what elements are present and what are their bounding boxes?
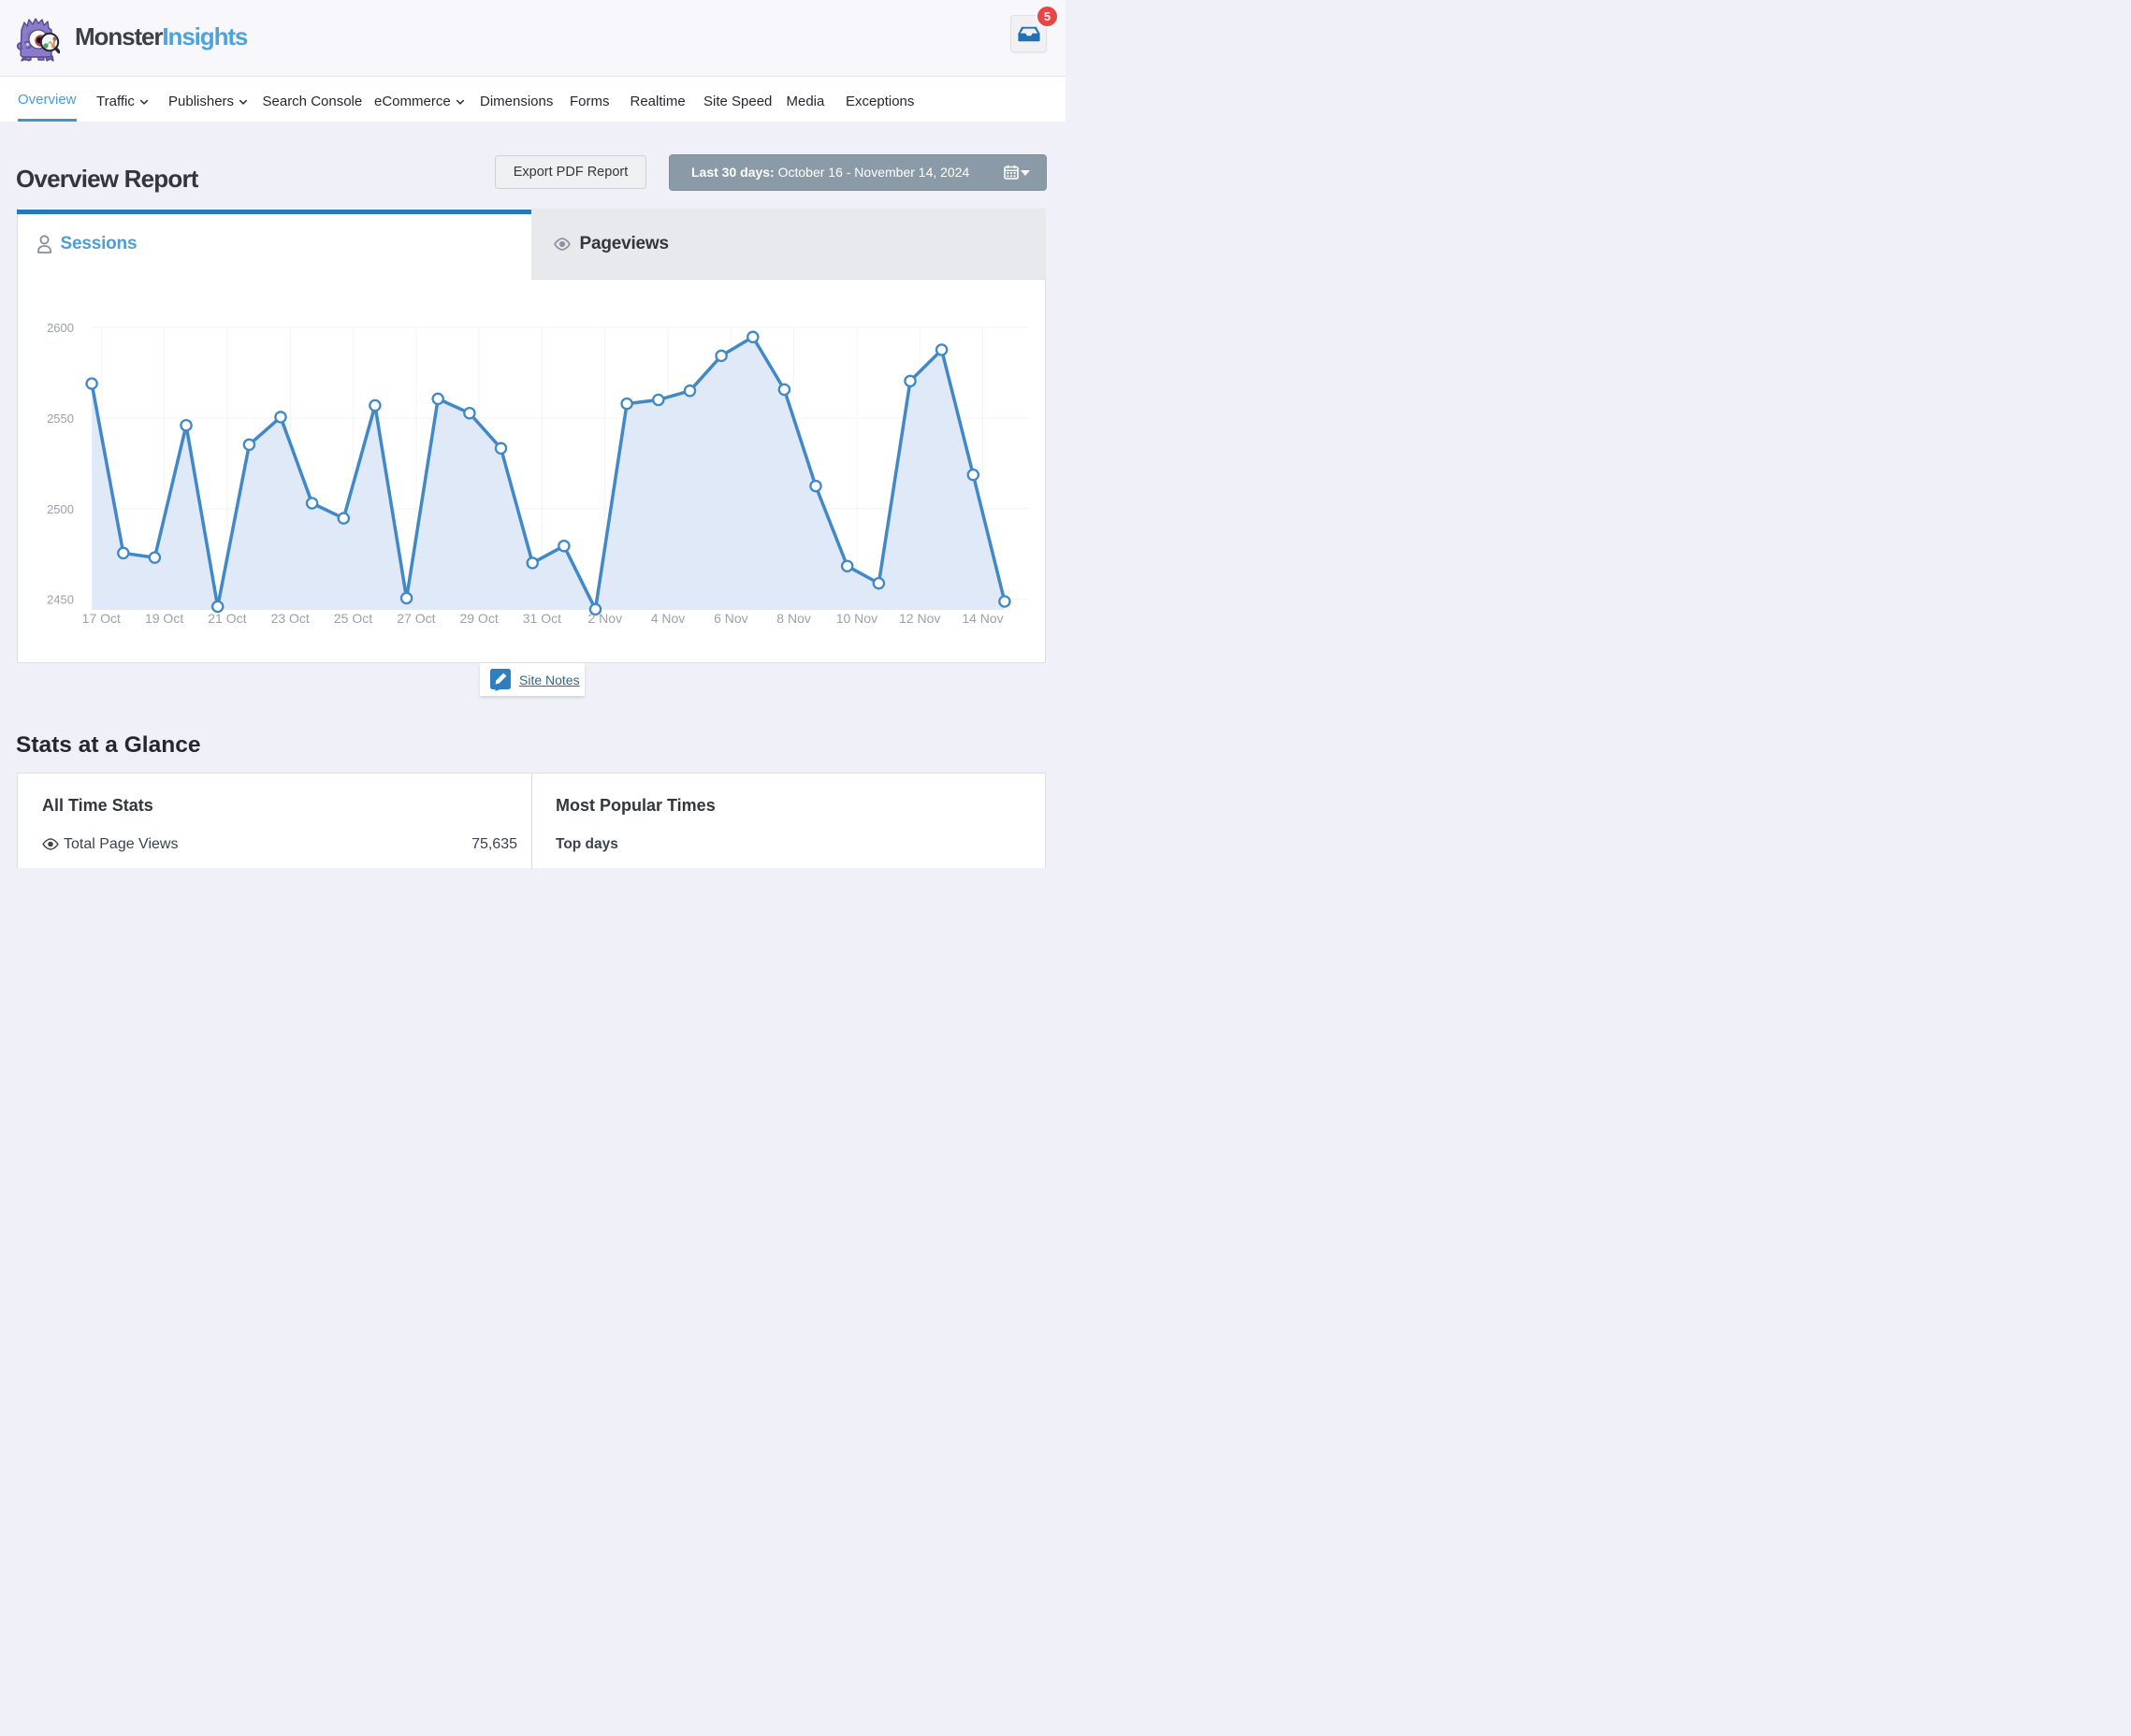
svg-text:19 Oct: 19 Oct [145,611,183,626]
svg-text:23 Oct: 23 Oct [271,611,310,626]
svg-text:8 Nov: 8 Nov [776,611,811,626]
svg-text:2450: 2450 [47,593,74,607]
svg-text:27 Oct: 27 Oct [397,611,435,626]
svg-text:2600: 2600 [47,321,74,335]
svg-text:10 Nov: 10 Nov [836,611,877,626]
svg-text:2 Nov: 2 Nov [588,611,623,626]
svg-text:31 Oct: 31 Oct [523,611,561,626]
svg-text:6 Nov: 6 Nov [714,611,748,626]
svg-text:2550: 2550 [47,412,74,426]
svg-text:17 Oct: 17 Oct [82,611,121,626]
svg-text:29 Oct: 29 Oct [459,611,498,626]
svg-text:2500: 2500 [47,502,74,516]
svg-text:21 Oct: 21 Oct [208,611,246,626]
svg-text:12 Nov: 12 Nov [899,611,940,626]
svg-text:25 Oct: 25 Oct [334,611,372,626]
svg-text:14 Nov: 14 Nov [962,611,1003,626]
svg-text:4 Nov: 4 Nov [651,611,686,626]
